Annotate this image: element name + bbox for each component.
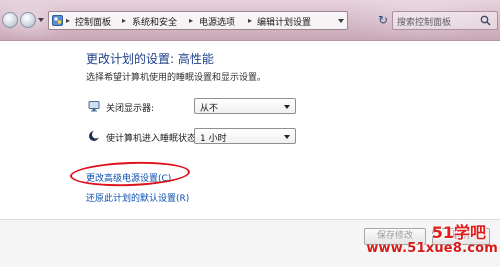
monitor-icon bbox=[88, 101, 100, 112]
sleep-label: 使计算机进入睡眠状态: bbox=[106, 134, 200, 144]
control-panel-icon bbox=[52, 15, 63, 26]
sleep-select[interactable]: 1 小时 bbox=[194, 128, 296, 144]
forward-button[interactable] bbox=[20, 12, 36, 28]
page-description: 选择希望计算机使用的睡眠设置和显示设置。 bbox=[86, 73, 267, 83]
search-box[interactable]: 搜索控制面板 bbox=[392, 11, 498, 30]
breadcrumb-separator: ▸ bbox=[122, 16, 127, 25]
watermark-logo: 51学吧 bbox=[431, 223, 486, 242]
chevron-down-icon bbox=[284, 135, 290, 139]
watermark-url: www.51xue8.com bbox=[366, 241, 498, 256]
display-off-label: 关闭显示器: bbox=[106, 104, 155, 114]
advanced-power-settings-link[interactable]: 更改高级电源设置(C) bbox=[86, 171, 171, 184]
search-placeholder: 搜索控制面板 bbox=[397, 18, 452, 28]
back-button[interactable] bbox=[2, 12, 18, 28]
chevron-down-icon bbox=[284, 105, 290, 109]
display-off-value: 从不 bbox=[200, 104, 219, 114]
search-icon[interactable] bbox=[480, 15, 491, 26]
address-bar[interactable]: ▸ 控制面板 ▸ 系统和安全 ▸ 电源选项 ▸ 编辑计划设置 bbox=[48, 11, 348, 30]
breadcrumb-control-panel[interactable]: 控制面板 bbox=[75, 15, 111, 28]
recent-pages-dropdown[interactable] bbox=[38, 18, 44, 22]
site-watermark: 51学吧 www.51xue8.com bbox=[366, 217, 500, 267]
breadcrumb-power-options[interactable]: 电源选项 bbox=[199, 15, 235, 28]
sleep-moon-icon bbox=[89, 130, 100, 141]
breadcrumb-separator: ▸ bbox=[66, 16, 71, 25]
breadcrumb-separator: ▸ bbox=[248, 16, 253, 25]
sleep-value: 1 小时 bbox=[200, 134, 227, 144]
breadcrumb-separator: ▸ bbox=[189, 16, 194, 25]
breadcrumb-edit-plan[interactable]: 编辑计划设置 bbox=[257, 15, 311, 28]
refresh-icon[interactable]: ↻ bbox=[378, 13, 388, 27]
restore-defaults-link[interactable]: 还原此计划的默认设置(R) bbox=[86, 191, 189, 204]
address-toolbar: ▸ 控制面板 ▸ 系统和安全 ▸ 电源选项 ▸ 编辑计划设置 ↻ 搜索控制面板 bbox=[0, 0, 500, 41]
page-title: 更改计划的设置: 高性能 bbox=[86, 52, 214, 66]
breadcrumb-system-security[interactable]: 系统和安全 bbox=[132, 15, 177, 28]
address-dropdown-arrow[interactable] bbox=[338, 19, 344, 23]
display-off-select[interactable]: 从不 bbox=[194, 98, 296, 114]
